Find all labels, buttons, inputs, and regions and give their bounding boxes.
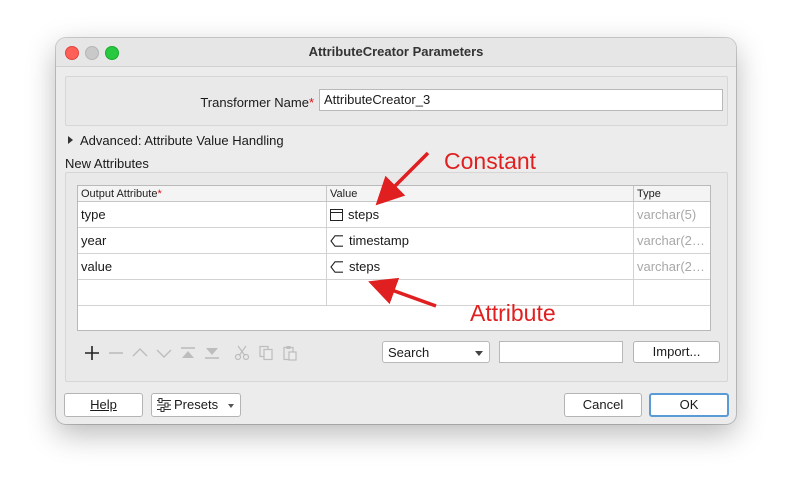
constant-icon — [330, 204, 343, 227]
output-attribute-cell[interactable]: value — [78, 254, 326, 279]
column-header-type[interactable]: Type — [633, 186, 710, 202]
value-text: timestamp — [349, 233, 409, 248]
table-row[interactable]: year timestamp varchar(2… — [78, 228, 710, 254]
attributes-table: Output Attribute* Value Type type steps … — [77, 185, 711, 331]
presets-label: Presets — [174, 397, 219, 412]
copy-icon[interactable] — [256, 343, 276, 363]
column-header-value[interactable]: Value — [326, 186, 633, 202]
search-mode-select[interactable]: Search — [382, 341, 490, 363]
presets-icon — [156, 397, 172, 419]
transformer-name-group: Transformer Name* AttributeCreator_3 — [65, 76, 728, 126]
presets-button[interactable]: Presets — [151, 393, 241, 417]
attribute-icon — [330, 256, 344, 279]
value-cell[interactable]: timestamp — [326, 228, 633, 253]
help-button[interactable]: Help — [64, 393, 143, 417]
move-down-icon[interactable] — [154, 343, 174, 363]
paste-icon[interactable] — [280, 343, 300, 363]
help-label: Help — [90, 397, 117, 412]
new-attributes-group: Output Attribute* Value Type type steps … — [65, 172, 728, 382]
title-bar: AttributeCreator Parameters — [56, 38, 736, 67]
type-cell — [633, 280, 710, 305]
output-attribute-cell[interactable] — [78, 280, 326, 305]
chevron-down-icon — [475, 351, 483, 356]
cancel-button[interactable]: Cancel — [564, 393, 642, 417]
output-attribute-cell[interactable]: year — [78, 228, 326, 253]
advanced-section-toggle[interactable]: Advanced: Attribute Value Handling — [68, 133, 284, 148]
import-button[interactable]: Import... — [633, 341, 720, 363]
ok-button[interactable]: OK — [649, 393, 729, 417]
move-up-icon[interactable] — [130, 343, 150, 363]
output-attribute-cell[interactable]: type — [78, 202, 326, 227]
table-row[interactable]: type steps varchar(5) — [78, 202, 710, 228]
add-icon[interactable] — [82, 343, 102, 363]
column-header-output-attribute[interactable]: Output Attribute* — [78, 186, 326, 202]
search-input[interactable] — [499, 341, 623, 363]
remove-icon[interactable] — [106, 343, 126, 363]
value-text: steps — [348, 207, 380, 222]
search-mode-value: Search — [388, 345, 430, 360]
annotation-attribute-label: Attribute — [470, 300, 556, 326]
move-bottom-icon[interactable] — [202, 343, 222, 363]
type-cell: varchar(2… — [633, 228, 710, 253]
value-cell[interactable]: steps — [326, 202, 633, 227]
value-text: steps — [349, 259, 381, 274]
column-header-output-label: Output Attribute — [81, 188, 158, 200]
table-row[interactable]: value steps varchar(2… — [78, 254, 710, 280]
value-cell[interactable]: steps — [326, 254, 633, 279]
chevron-down-icon — [228, 404, 234, 408]
required-mark: * — [157, 188, 162, 200]
transformer-name-input[interactable]: AttributeCreator_3 — [319, 89, 723, 111]
transformer-name-label: Transformer Name* — [200, 95, 314, 110]
table-row-empty[interactable] — [78, 280, 710, 306]
dialog-window: AttributeCreator Parameters Transformer … — [56, 38, 736, 424]
cut-icon[interactable] — [232, 343, 252, 363]
required-mark: * — [308, 95, 314, 110]
move-top-icon[interactable] — [178, 343, 198, 363]
annotation-constant-label: Constant — [444, 148, 537, 174]
attribute-icon — [330, 230, 344, 253]
type-cell: varchar(5) — [633, 202, 710, 227]
advanced-section-label: Advanced: Attribute Value Handling — [80, 133, 284, 148]
transformer-name-label-text: Transformer Name — [200, 95, 309, 110]
type-cell: varchar(2… — [633, 254, 710, 279]
new-attributes-label: New Attributes — [65, 156, 149, 171]
disclosure-arrow-icon — [68, 136, 73, 144]
window-title: AttributeCreator Parameters — [308, 44, 484, 59]
